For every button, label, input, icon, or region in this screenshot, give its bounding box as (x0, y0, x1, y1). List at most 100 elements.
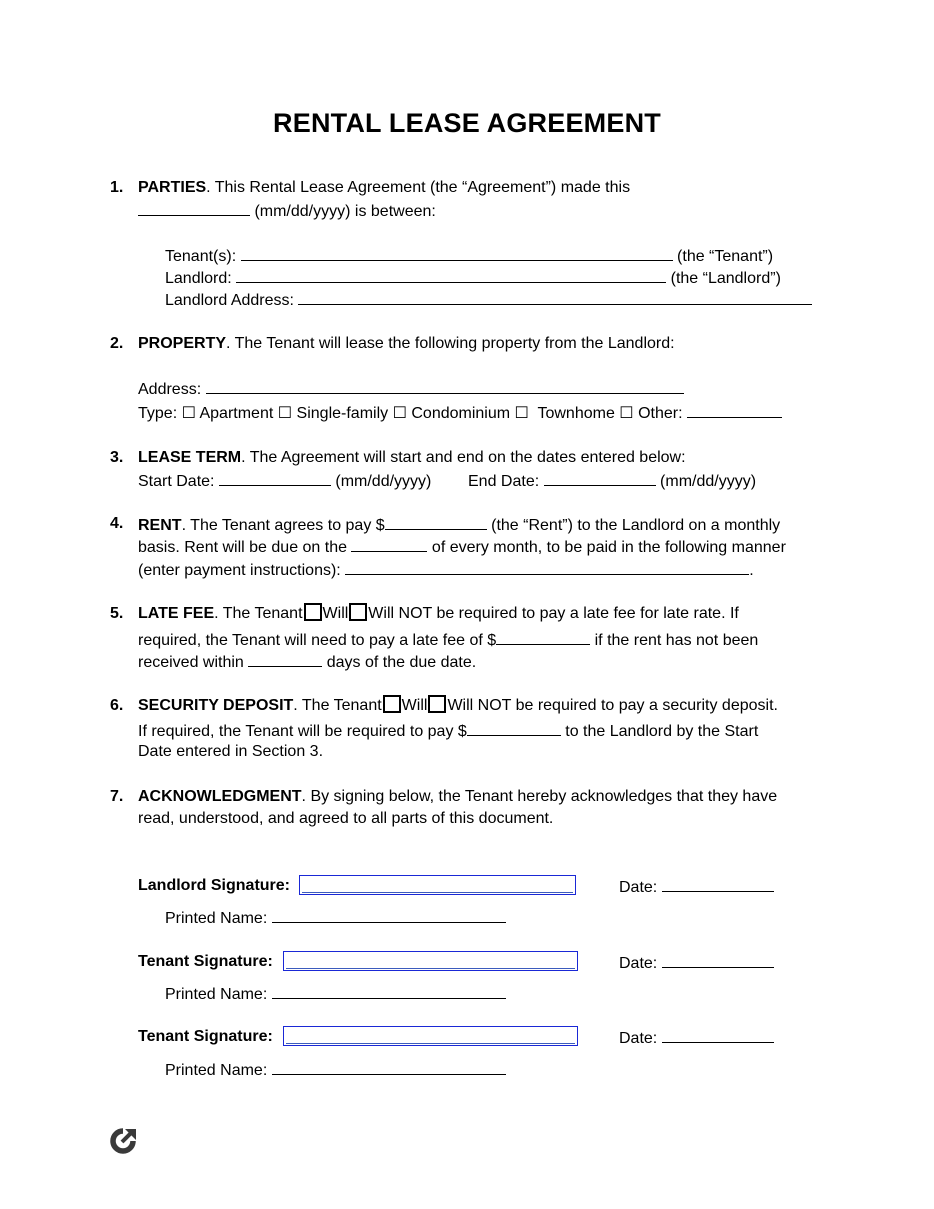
rent-due-day-field[interactable] (351, 535, 428, 552)
acknowledgment-text: . By signing below, the Tenant hereby ac… (301, 788, 778, 805)
landlord-suffix: (the “Landlord”) (666, 270, 781, 287)
section-heading: SECURITY DEPOSIT (138, 697, 294, 714)
tenant-2-printed-name-line: Printed Name: (165, 1058, 506, 1082)
rent-line-1: RENT. The Tenant agrees to pay $ (the “R… (138, 513, 780, 537)
tenant-signature-label: Tenant Signature: (138, 1028, 273, 1045)
condominium-label: Condominium (406, 405, 515, 422)
tenant-name-field[interactable] (240, 244, 673, 261)
section-heading: ACKNOWLEDGMENT (138, 788, 302, 805)
landlord-signature-field[interactable] (299, 875, 576, 895)
other-type-field[interactable] (687, 401, 782, 418)
rent-text: . (749, 562, 754, 579)
tenant-signature-label: Tenant Signature: (138, 953, 273, 970)
lease-term-text: . The Agreement will start and end on th… (241, 449, 686, 466)
deposit-amount-field[interactable] (466, 719, 561, 736)
tenant-2-date-line: Date: (619, 1026, 774, 1050)
tenant-1-date-line: Date: (619, 951, 774, 975)
property-line-1: PROPERTY. The Tenant will lease the foll… (138, 333, 675, 355)
tenant-suffix: (the “Tenant”) (672, 248, 774, 265)
rent-text: basis. Rent will be due on the (138, 539, 352, 556)
apartment-checkbox[interactable]: ☐ (182, 405, 196, 422)
other-checkbox[interactable]: ☐ (619, 405, 633, 422)
lease-term-end-line: End Date: (mm/dd/yyyy) (468, 469, 756, 493)
section-number: 6. (110, 697, 124, 714)
section-number: 1. (110, 179, 124, 196)
late-fee-text: received within (138, 654, 249, 671)
parties-text: . This Rental Lease Agreement (the “Agre… (206, 179, 631, 196)
landlord-printed-name-field[interactable] (271, 906, 506, 923)
deposit-will-checkbox[interactable] (382, 695, 401, 713)
property-address-field[interactable] (205, 377, 684, 394)
landlord-printed-name-line: Printed Name: (165, 906, 506, 930)
date-label: Date: (619, 955, 662, 972)
rent-line-3: (enter payment instructions): . (138, 558, 754, 582)
landlord-address-label: Landlord Address: (165, 292, 299, 309)
property-address-line: Address: (138, 377, 684, 401)
tenant-2-signature-field[interactable] (283, 1026, 578, 1046)
will-label: Will (401, 697, 428, 714)
deposit-line-3: Date entered in Section 3. (138, 743, 324, 760)
parties-line-1: PARTIES. This Rental Lease Agreement (th… (138, 177, 630, 199)
rent-text: (the “Rent”) to the Landlord on a monthl… (486, 517, 781, 534)
printed-name-label: Printed Name: (165, 910, 272, 927)
tenant-1-date-field[interactable] (661, 951, 774, 968)
section-heading: PROPERTY (138, 335, 227, 352)
rent-line-2: basis. Rent will be due on the of every … (138, 535, 786, 559)
townhome-checkbox[interactable]: ☐ (515, 405, 529, 422)
condominium-checkbox[interactable]: ☐ (393, 405, 407, 422)
landlord-address-field[interactable] (298, 288, 813, 305)
landlord-name-field[interactable] (236, 266, 667, 283)
rent-amount-field[interactable] (384, 513, 487, 530)
section-heading: RENT (138, 517, 182, 534)
start-date-field[interactable] (218, 469, 331, 486)
section-heading: LEASE TERM (138, 449, 242, 466)
date-label: Date: (619, 879, 662, 896)
tenant-1-printed-name-field[interactable] (271, 982, 506, 999)
section-heading: PARTIES (138, 179, 207, 196)
landlord-date-field[interactable] (661, 875, 774, 892)
rent-text: (enter payment instructions): (138, 562, 346, 579)
will-label: Will (322, 605, 349, 622)
section-number: 4. (110, 515, 124, 532)
section-number: 7. (110, 788, 124, 805)
section-heading: LATE FEE (138, 605, 215, 622)
address-label: Address: (138, 381, 206, 398)
end-date-label: End Date: (468, 473, 544, 490)
deposit-text: to the Landlord by the Start (560, 723, 759, 740)
tenant-2-printed-name-field[interactable] (271, 1058, 506, 1075)
late-fee-line-3: received within days of the due date. (138, 650, 476, 674)
landlord-signature-label: Landlord Signature: (138, 877, 290, 894)
tenant-1-printed-name-line: Printed Name: (165, 982, 506, 1006)
property-type-line: Type: ☐ Apartment ☐ Single-family ☐ Cond… (138, 401, 782, 425)
date-label: Date: (619, 1030, 662, 1047)
end-date-format: (mm/dd/yyyy) (655, 473, 757, 490)
deposit-will-not-checkbox[interactable] (428, 695, 447, 713)
single-family-checkbox[interactable]: ☐ (278, 405, 292, 422)
agreement-date-field[interactable] (138, 199, 250, 216)
landlord-date-line: Date: (619, 875, 774, 899)
other-label: Other: (633, 405, 687, 422)
late-fee-amount-field[interactable] (496, 628, 591, 645)
acknowledgment-line-2: read, understood, and agreed to all part… (138, 810, 554, 827)
apartment-label: Apartment (195, 405, 278, 422)
single-family-label: Single-family (292, 405, 393, 422)
will-not-label: Will NOT be required to pay a late fee f… (368, 605, 739, 622)
refresh-arrow-logo-icon (108, 1126, 138, 1156)
section-number: 5. (110, 605, 124, 622)
late-fee-text: required, the Tenant will need to pay a … (138, 632, 497, 649)
start-date-label: Start Date: (138, 473, 219, 490)
end-date-field[interactable] (543, 469, 656, 486)
date-format-text: (mm/dd/yyyy) is between: (250, 203, 436, 220)
tenant-1-signature-field[interactable] (283, 951, 578, 971)
late-fee-will-not-checkbox[interactable] (349, 603, 368, 621)
late-fee-days-field[interactable] (248, 650, 323, 667)
late-fee-will-checkbox[interactable] (303, 603, 322, 621)
section-number: 3. (110, 449, 124, 466)
type-label: Type: (138, 405, 182, 422)
deposit-line-2: If required, the Tenant will be required… (138, 719, 758, 743)
payment-instructions-field[interactable] (345, 558, 750, 575)
property-text: . The Tenant will lease the following pr… (226, 335, 675, 352)
tenant-2-date-field[interactable] (661, 1026, 774, 1043)
rent-text: of every month, to be paid in the follow… (427, 539, 786, 556)
tenant-label: Tenant(s): (165, 248, 241, 265)
